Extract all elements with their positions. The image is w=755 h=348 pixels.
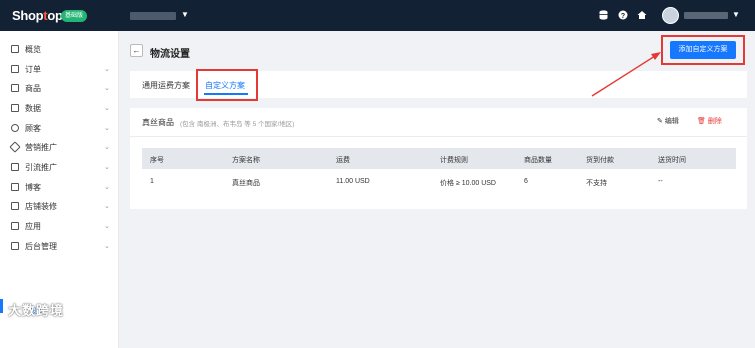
highlight-box: [661, 35, 745, 65]
pencil-icon: ✎: [657, 118, 663, 125]
chevron-down-icon: ⌄: [104, 184, 110, 191]
tab-general-plan[interactable]: 通用运费方案: [142, 80, 190, 91]
chevron-down-icon: ⌄: [104, 223, 110, 230]
sidebar-item-admin[interactable]: 后台管理 ⌄: [0, 238, 119, 254]
chevron-down-icon: ⌄: [104, 66, 110, 73]
sidebar-item-store-design[interactable]: 店铺装修 ⌄: [0, 198, 119, 214]
chevron-down-icon: ⌄: [104, 105, 110, 112]
traffic-icon: [11, 163, 19, 171]
table-cell: 价格 ≥ 10.00 USD: [440, 180, 496, 187]
folder-icon: [11, 242, 19, 250]
top-bar: Shoptop 基础版 ▼ ? ▼: [0, 0, 755, 31]
tag-icon: [9, 141, 21, 153]
database-icon[interactable]: [598, 10, 609, 21]
chevron-down-icon: ⌄: [104, 144, 110, 151]
table-cell: --: [658, 178, 663, 185]
sidebar-item-customers[interactable]: 顾客 ⌄: [0, 120, 119, 136]
column-header: 计费规则: [440, 157, 468, 164]
column-header: 送货时间: [658, 157, 686, 164]
plan-badge: 基础版: [61, 10, 88, 22]
column-header: 货到付款: [586, 157, 614, 164]
highlight-box: [196, 69, 258, 101]
avatar[interactable]: [662, 7, 679, 24]
store-icon: [11, 202, 19, 210]
trash-icon: 🗑: [697, 118, 706, 125]
sidebar-item-orders[interactable]: 订单 ⌄: [0, 61, 119, 77]
chart-icon: [11, 104, 19, 112]
chevron-down-icon: ⌄: [104, 125, 110, 132]
column-header: 运费: [336, 157, 350, 164]
page-title: 物流设置: [150, 49, 190, 60]
table-header: 序号 方案名称 运费 计费规则 商品数量 货到付款 送货时间: [142, 148, 736, 169]
username[interactable]: [684, 12, 728, 19]
table-cell: 6: [524, 178, 528, 185]
column-header: 序号: [150, 157, 164, 164]
table-cell: 不支持: [586, 180, 607, 187]
back-button[interactable]: ←: [130, 44, 143, 57]
store-selector[interactable]: [130, 12, 176, 20]
help-icon[interactable]: ?: [617, 10, 628, 21]
table-cell: 11.00 USD: [336, 178, 370, 185]
sidebar-item-apps[interactable]: 应用 ⌄: [0, 218, 119, 234]
delete-button[interactable]: 🗑 删除: [697, 116, 722, 126]
logo[interactable]: Shoptop: [12, 8, 63, 23]
chevron-down-icon: ⌄: [104, 243, 110, 250]
caret-down-icon[interactable]: ▼: [181, 10, 189, 19]
arrow-left-icon: ←: [132, 46, 141, 55]
sidebar-item-overview[interactable]: 概览: [0, 41, 119, 57]
sidebar-item-products[interactable]: 商品 ⌄: [0, 80, 119, 96]
chevron-down-icon: ⌄: [104, 85, 110, 92]
table-cell: 1: [150, 178, 154, 185]
chevron-down-icon: ⌄: [104, 164, 110, 171]
dashboard-icon: [11, 45, 19, 53]
divider: [130, 136, 747, 137]
chevron-down-icon: ⌄: [104, 203, 110, 210]
plan-card: 真丝商品 (包含 南极洲、布韦岛 等 5 个国家/地区) ✎ 编辑 🗑 删除 序…: [130, 108, 747, 209]
plan-subtitle: (包含 南极洲、布韦岛 等 5 个国家/地区): [180, 121, 295, 128]
column-header: 方案名称: [232, 157, 260, 164]
active-indicator: [0, 299, 3, 313]
blog-icon: [11, 183, 19, 191]
table-cell: 真丝商品: [232, 180, 260, 187]
caret-down-icon[interactable]: ▼: [732, 10, 740, 19]
product-icon: [11, 84, 19, 92]
sidebar-item-traffic[interactable]: 引流推广 ⌄: [0, 159, 119, 175]
sidebar-item-blog[interactable]: 博客 ⌄: [0, 179, 119, 195]
sidebar-item-data[interactable]: 数据 ⌄: [0, 100, 119, 116]
plan-title: 真丝商品: [142, 118, 174, 127]
order-icon: [11, 65, 19, 73]
home-icon[interactable]: [636, 10, 647, 21]
table-row[interactable]: 1 真丝商品 11.00 USD 价格 ≥ 10.00 USD 6 不支持 --: [142, 169, 736, 196]
sidebar-item-marketing[interactable]: 营销推广 ⌄: [0, 139, 119, 155]
svg-text:?: ?: [620, 13, 624, 20]
app-icon: [11, 222, 19, 230]
edit-button[interactable]: ✎ 编辑: [657, 116, 679, 126]
column-header: 商品数量: [524, 157, 552, 164]
user-icon: [11, 124, 19, 132]
watermark: 大数跨境: [8, 303, 65, 318]
